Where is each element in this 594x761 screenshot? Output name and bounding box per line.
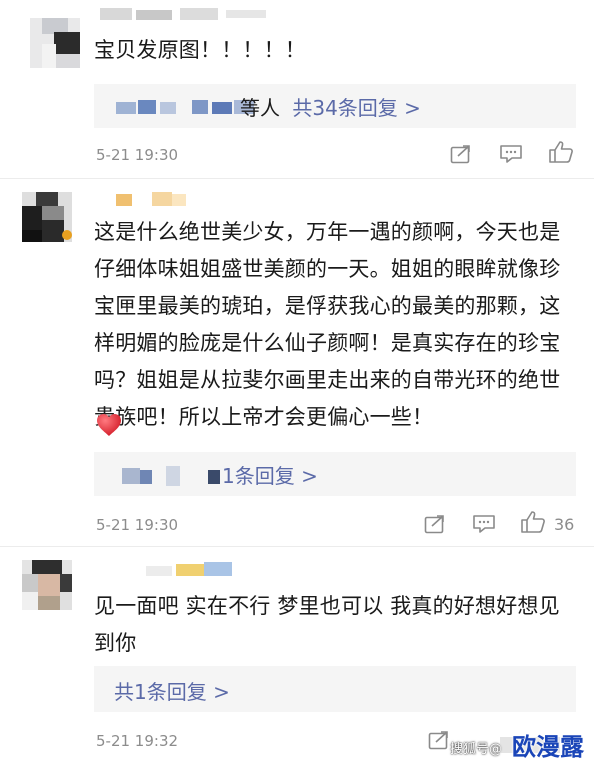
comment-icon[interactable]: [472, 514, 496, 538]
reply-prefix: 等人: [240, 96, 280, 120]
comment-item-2: 这是什么绝世美少女，万年一遇的颜啊，今天也是仔细体味姐姐盛世美颜的一天。姐姐的眼…: [0, 178, 594, 546]
share-icon[interactable]: [450, 144, 472, 168]
thumbs-up-icon[interactable]: [520, 510, 546, 538]
heart-icon: [95, 412, 123, 442]
reply-count[interactable]: 1条回复 >: [222, 464, 318, 488]
reply-avatars: [116, 98, 256, 116]
comment-icon[interactable]: [499, 144, 523, 168]
comment-text: 见一面吧 实在不行 梦里也可以 我真的好想好想见到你: [94, 594, 560, 655]
avatar[interactable]: [30, 18, 80, 68]
username[interactable]: [100, 190, 190, 208]
reply-box[interactable]: 等人 共34条回复 >: [94, 84, 576, 128]
timestamp: 5-21 19:32: [96, 732, 179, 750]
reply-link-icon: [208, 470, 220, 484]
avatar[interactable]: [22, 192, 72, 242]
comment-text: 宝贝发原图！！！！！: [94, 38, 306, 62]
comment-item-3: 见一面吧 实在不行 梦里也可以 我真的好想好想见到你 共1条回复 > 5-21 …: [0, 546, 594, 761]
reply-count[interactable]: 共1条回复 >: [114, 676, 230, 705]
reply-box[interactable]: 共1条回复 >: [94, 666, 576, 712]
reply-count[interactable]: 共34条回复 >: [292, 96, 421, 120]
username[interactable]: [146, 560, 236, 578]
thumbs-up-icon[interactable]: [548, 140, 574, 168]
share-icon[interactable]: [424, 514, 446, 538]
comment-item-1: 宝贝发原图！！！！！ 等人 共34条回复 > 5-21 19:30: [0, 0, 594, 178]
reply-box[interactable]: 1条回复 >: [94, 452, 576, 496]
comment-text: 这是什么绝世美少女，万年一遇的颜啊，今天也是仔细体味姐姐盛世美颜的一天。姐姐的眼…: [94, 220, 561, 429]
reply-avatars: [122, 466, 202, 486]
timestamp: 5-21 19:30: [96, 516, 179, 534]
watermark-source: 搜狐号@: [450, 742, 503, 757]
username[interactable]: [100, 2, 280, 20]
avatar[interactable]: [22, 560, 72, 610]
reply-link[interactable]: 等人 共34条回复 >: [240, 92, 421, 121]
share-icon[interactable]: [428, 730, 450, 754]
reply-link[interactable]: 1条回复 >: [208, 460, 318, 489]
timestamp: 5-21 19:30: [96, 146, 179, 164]
like-count: 36: [554, 515, 575, 534]
watermark-logo: 欧漫露: [512, 733, 584, 761]
